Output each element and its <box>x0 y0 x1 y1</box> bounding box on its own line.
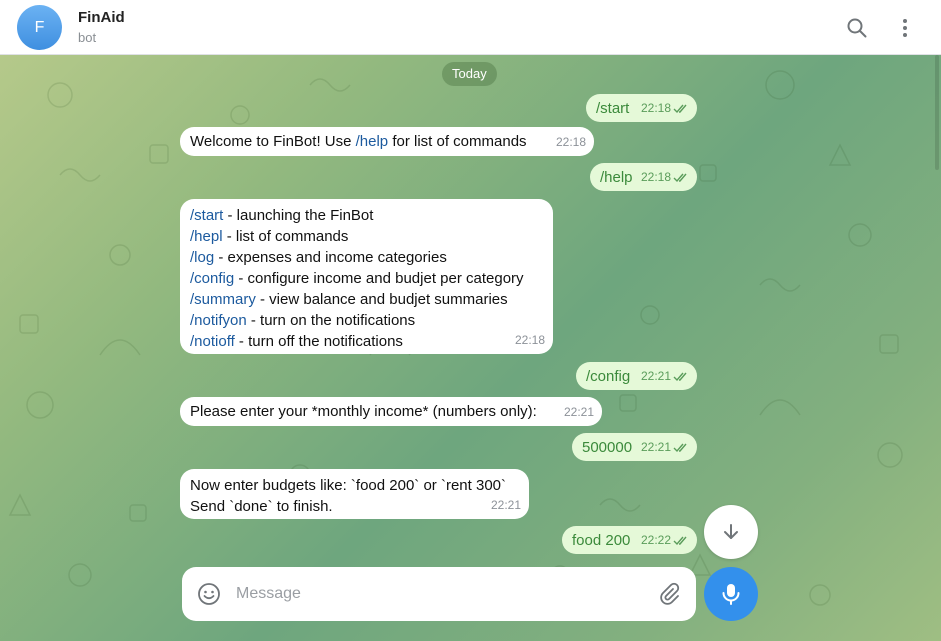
search-button[interactable] <box>841 12 873 44</box>
scrollbar-thumb[interactable] <box>935 55 939 170</box>
incoming-message[interactable]: Now enter budgets like: `food 200` or `r… <box>180 469 529 519</box>
command-description: - view balance and budjet summaries <box>255 291 508 308</box>
chat-status: bot <box>78 30 97 45</box>
message-meta: 22:22 <box>641 530 689 551</box>
command-line: /start - launching the FinBot <box>190 205 543 226</box>
double-check-icon <box>673 173 687 182</box>
outgoing-message[interactable]: /config 22:21 <box>576 362 697 390</box>
chat-title[interactable]: FinAid <box>78 9 125 26</box>
double-check-icon <box>673 372 687 381</box>
outgoing-message[interactable]: 500000 22:21 <box>572 433 697 461</box>
incoming-message[interactable]: /start - launching the FinBot /hepl - li… <box>180 199 553 354</box>
message-text: /start <box>596 100 630 117</box>
chat-header: F FinAid bot <box>0 0 941 55</box>
message-time: 22:21 <box>563 405 594 419</box>
outgoing-message[interactable]: /help 22:18 <box>590 163 697 191</box>
attach-button[interactable] <box>656 581 682 607</box>
search-icon <box>847 18 867 38</box>
command-description: - expenses and income categories <box>214 249 447 266</box>
outgoing-message[interactable]: food 200 22:22 <box>562 526 697 554</box>
message-meta: 22:21 <box>641 366 689 387</box>
message-text: 500000 <box>582 439 633 456</box>
arrow-down-icon <box>724 524 738 539</box>
command-line: /notifyon - turn on the notifications <box>190 310 543 331</box>
voice-record-button[interactable] <box>704 567 758 621</box>
message-text: Welcome to FinBot! Use /help for list of… <box>190 133 527 150</box>
message-time: 22:18 <box>514 333 545 347</box>
message-composer <box>182 567 696 621</box>
message-time: 22:18 <box>555 135 586 149</box>
command-link[interactable]: /help <box>356 133 389 150</box>
emoji-icon <box>198 583 220 605</box>
avatar[interactable]: F <box>17 5 62 50</box>
scroll-down-button[interactable] <box>704 505 758 559</box>
command-link[interactable]: /summary <box>190 291 256 308</box>
double-check-icon <box>673 443 687 452</box>
message-meta: 22:18 <box>641 98 689 119</box>
message-time: 22:18 <box>640 170 671 184</box>
message-time: 22:18 <box>640 101 671 115</box>
command-link[interactable]: /start <box>190 207 223 224</box>
message-time: 22:21 <box>640 369 671 383</box>
message-text-part: for list of commands <box>388 133 527 150</box>
message-time: 22:22 <box>640 533 671 547</box>
command-link[interactable]: /hepl <box>190 228 223 245</box>
message-text: food 200 <box>572 532 631 549</box>
command-line: /summary - view balance and budjet summa… <box>190 289 543 310</box>
command-description: - turn off the notifications <box>234 333 403 350</box>
command-line: /config - configure income and budjet pe… <box>190 268 543 289</box>
message-meta: 22:21 <box>641 437 689 458</box>
message-text-line: Send `done` to finish. <box>190 498 333 515</box>
command-description: - configure income and budjet per catego… <box>234 270 524 287</box>
command-line: /hepl - list of commands <box>190 226 543 247</box>
command-line: /notioff - turn off the notifications <box>190 331 543 352</box>
message-time: 22:21 <box>640 440 671 454</box>
message-text-part: Welcome to FinBot! Use <box>190 133 356 150</box>
command-description: - turn on the notifications <box>246 312 416 329</box>
command-link[interactable]: /config <box>190 270 234 287</box>
more-menu-button[interactable] <box>889 12 921 44</box>
message-time: 22:21 <box>490 498 521 512</box>
incoming-message[interactable]: Please enter your *monthly income* (numb… <box>180 397 602 426</box>
command-link[interactable]: /log <box>190 249 214 266</box>
message-meta: 22:18 <box>641 167 689 188</box>
double-check-icon <box>673 104 687 113</box>
message-text: Please enter your *monthly income* (numb… <box>190 403 537 420</box>
command-description: - list of commands <box>222 228 349 245</box>
emoji-button[interactable] <box>196 581 222 607</box>
message-text: /config <box>586 368 631 385</box>
paperclip-icon <box>660 582 680 605</box>
message-input[interactable] <box>236 581 636 607</box>
more-vertical-icon <box>903 19 907 37</box>
command-link[interactable]: /notioff <box>190 333 235 350</box>
command-description: - launching the FinBot <box>223 207 374 224</box>
message-list[interactable]: Today /start 22:18 Welcome to FinBot! Us… <box>0 55 941 641</box>
date-separator: Today <box>442 62 497 86</box>
double-check-icon <box>673 536 687 545</box>
command-link[interactable]: /notifyon <box>190 312 247 329</box>
command-line: /log - expenses and income categories <box>190 247 543 268</box>
message-text-line: Now enter budgets like: `food 200` or `r… <box>190 477 507 494</box>
message-text: /help <box>600 169 633 186</box>
incoming-message[interactable]: Welcome to FinBot! Use /help for list of… <box>180 127 594 156</box>
outgoing-message[interactable]: /start 22:18 <box>586 94 697 122</box>
microphone-icon <box>722 584 740 605</box>
